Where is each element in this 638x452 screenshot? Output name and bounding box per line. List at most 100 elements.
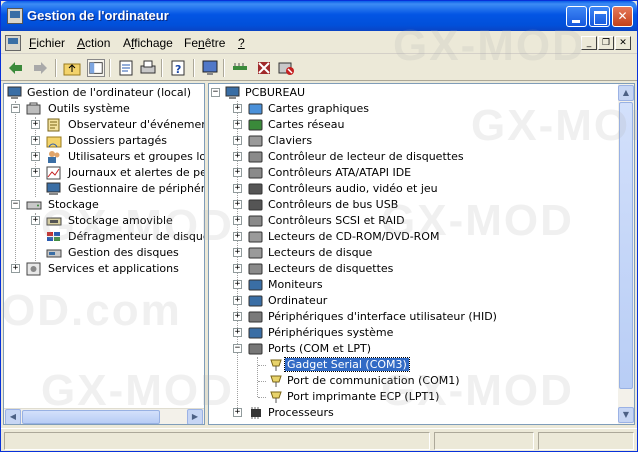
expand-icon[interactable]: + (233, 408, 242, 417)
device-category-row[interactable]: + Contrôleurs audio, vidéo et jeu (209, 181, 440, 197)
disk-drive-icon (248, 247, 263, 259)
device-category-row[interactable]: + Contrôleurs de bus USB (209, 197, 400, 213)
device-category-row[interactable]: + Périphériques système (209, 325, 395, 341)
port-device-row[interactable]: Port imprimante ECP (LPT1) (209, 389, 441, 405)
menu-fenetre[interactable]: Fenêtre (184, 36, 225, 50)
console-icon[interactable] (5, 35, 21, 51)
expand-icon[interactable]: + (31, 168, 40, 177)
device-category-row[interactable]: + Contrôleurs SCSI et RAID (209, 213, 407, 229)
shared-folder-icon (46, 136, 62, 148)
expand-icon[interactable]: + (31, 120, 40, 129)
port-device-row[interactable]: Port de communication (COM1) (209, 373, 462, 389)
tree-item-removable-storage[interactable]: + Stockage amovible (4, 213, 175, 229)
tree-item-local-users[interactable]: + Utilisateurs et groupes locau: (4, 149, 204, 165)
show-hide-tree-icon[interactable] (87, 59, 105, 77)
left-horizontal-scrollbar[interactable]: ◀ ▶ (4, 408, 204, 424)
tree-item-event-viewer[interactable]: + Observateur d'événements (4, 117, 204, 133)
device-category-row[interactable]: + Claviers (209, 133, 314, 149)
tree-item-shared-folders[interactable]: + Dossiers partagés (4, 133, 169, 149)
properties-icon[interactable] (117, 59, 135, 77)
tree-item-perf-logs[interactable]: + Journaux et alertes de perfo (4, 165, 204, 181)
uninstall-device-icon[interactable] (277, 59, 295, 77)
expand-icon[interactable]: + (233, 136, 242, 145)
tree-item-device-manager[interactable]: Gestionnaire de périphérique (4, 181, 204, 197)
device-category-row[interactable]: + Processeurs (209, 405, 336, 421)
scan-hardware-icon[interactable] (201, 59, 219, 77)
expand-icon[interactable]: + (233, 152, 242, 161)
minimize-button[interactable] (566, 6, 587, 27)
device-category-row[interactable]: + Lecteurs de disquettes (209, 261, 395, 277)
expand-icon[interactable]: + (233, 120, 242, 129)
device-root[interactable]: − PCBUREAU (211, 85, 307, 101)
mdi-minimize-button[interactable]: _ (581, 36, 597, 50)
expand-icon[interactable]: + (233, 232, 242, 241)
expand-icon[interactable]: + (31, 136, 40, 145)
maximize-button[interactable] (589, 6, 610, 27)
scroll-right-icon[interactable]: ▶ (187, 409, 203, 424)
menu-fichier[interactable]: Fichier (29, 36, 65, 50)
device-category-row[interactable]: + Cartes réseau (209, 117, 347, 133)
device-tree-pane[interactable]: − PCBUREAU + Cartes graphiques + Cartes rés… (208, 83, 635, 425)
console-tree-pane[interactable]: Gestion de l'ordinateur (local) − Outils… (3, 83, 205, 425)
collapse-icon[interactable]: − (233, 344, 242, 353)
device-category-row[interactable]: − Ports (COM et LPT) (209, 341, 373, 357)
expand-icon[interactable]: + (233, 216, 242, 225)
right-vertical-scrollbar[interactable]: ▲ ▼ (618, 84, 634, 424)
computer-icon (7, 86, 22, 99)
menu-affichage[interactable]: Affichage (123, 36, 173, 50)
up-folder-icon[interactable] (63, 59, 81, 77)
device-category-row[interactable]: + Ordinateur (209, 293, 329, 309)
scroll-left-icon[interactable]: ◀ (5, 409, 21, 424)
expand-icon[interactable]: + (233, 264, 242, 273)
mdi-close-button[interactable]: ✕ (615, 36, 631, 50)
device-category-row[interactable]: + Lecteurs de CD-ROM/DVD-ROM (209, 229, 441, 245)
update-driver-icon[interactable] (231, 59, 249, 77)
device-category-row[interactable]: + Contrôleurs ATA/ATAPI IDE (209, 165, 413, 181)
expand-icon[interactable]: + (233, 280, 242, 289)
disable-device-icon[interactable] (255, 59, 273, 77)
tree-item-disk-management[interactable]: Gestion des disques (4, 245, 181, 261)
expand-icon[interactable]: + (233, 328, 242, 337)
forward-arrow-icon[interactable] (31, 59, 49, 77)
selected-device-label: Gadget Serial (COM3) (284, 357, 410, 372)
expand-icon[interactable]: + (233, 248, 242, 257)
scroll-thumb[interactable] (619, 102, 633, 389)
back-arrow-icon[interactable] (7, 59, 25, 77)
tree-root[interactable]: Gestion de l'ordinateur (local) (7, 85, 193, 101)
collapse-icon[interactable]: − (11, 104, 20, 113)
menu-action[interactable]: Action (77, 36, 110, 50)
device-category-row[interactable]: + Cartes graphiques (209, 101, 371, 117)
device-category-row[interactable]: + Contrôleur de lecteur de disquettes (209, 149, 466, 165)
expand-icon[interactable]: + (233, 296, 242, 305)
help-icon[interactable]: ? (169, 59, 187, 77)
device-category-row[interactable]: + Périphériques d'interface utilisateur (… (209, 309, 499, 325)
device-category-label: Contrôleurs ATA/ATAPI IDE (268, 166, 412, 179)
expand-icon[interactable]: + (11, 264, 20, 273)
scroll-up-icon[interactable]: ▲ (618, 85, 634, 101)
print-icon[interactable] (139, 59, 157, 77)
collapse-icon[interactable]: − (211, 88, 220, 97)
scroll-down-icon[interactable]: ▼ (618, 407, 634, 423)
expand-icon[interactable]: + (233, 200, 242, 209)
tree-group-services[interactable]: + Services et applications (4, 261, 181, 277)
scroll-thumb[interactable] (22, 410, 160, 424)
tree-group-storage[interactable]: − Stockage (4, 197, 101, 213)
menu-help[interactable]: ? (238, 36, 245, 50)
device-category-row[interactable]: + Moniteurs (209, 277, 325, 293)
expand-icon[interactable]: + (31, 152, 40, 161)
title-bar[interactable]: Gestion de l'ordinateur ✕ (1, 1, 637, 31)
tree-group-system-tools[interactable]: − Outils système (4, 101, 132, 117)
expand-icon[interactable]: + (233, 184, 242, 193)
expand-icon[interactable]: + (233, 104, 242, 113)
expand-icon[interactable]: + (233, 312, 242, 321)
collapse-icon[interactable]: − (11, 200, 20, 209)
tree-item-defragmenter[interactable]: Défragmenteur de disque (4, 229, 204, 245)
close-button[interactable]: ✕ (612, 6, 633, 27)
expand-icon[interactable]: + (31, 216, 40, 225)
port-device-row[interactable]: Gadget Serial (COM3) (209, 357, 410, 373)
tree-label: Journaux et alertes de perfo (68, 166, 204, 179)
mdi-restore-button[interactable]: ❐ (598, 36, 614, 50)
device-category-row[interactable]: + Lecteurs de disque (209, 245, 374, 261)
tree-label: Utilisateurs et groupes locau: (68, 150, 204, 163)
expand-icon[interactable]: + (233, 168, 242, 177)
